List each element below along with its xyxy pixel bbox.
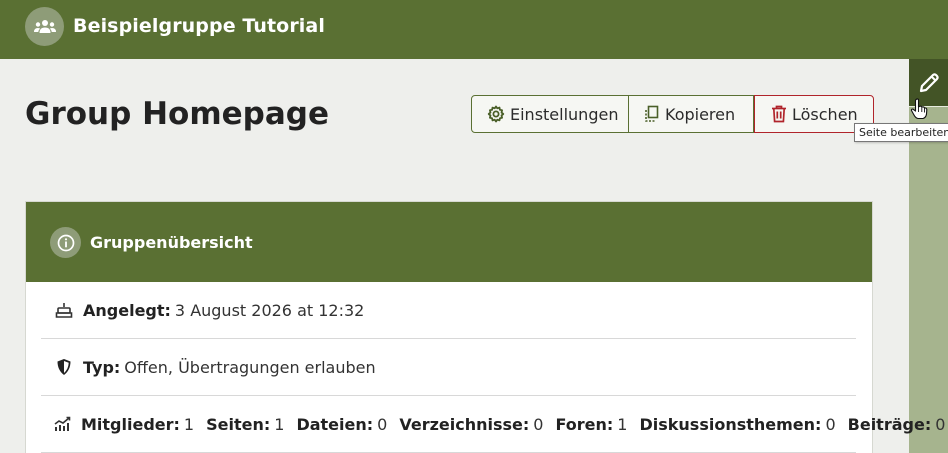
page-title: Group Homepage bbox=[25, 96, 329, 132]
delete-label: Löschen bbox=[792, 104, 858, 124]
stat-label: Diskussionsthemen: bbox=[639, 414, 822, 434]
stat-label: Verzeichnisse: bbox=[399, 414, 530, 434]
gear-icon bbox=[487, 105, 505, 123]
stat-value: 0 bbox=[377, 414, 388, 434]
shield-icon bbox=[54, 358, 74, 376]
pencil-icon bbox=[919, 72, 939, 92]
stat-value: 1 bbox=[274, 414, 285, 434]
stat-posts: Beiträge: 0 bbox=[848, 415, 946, 434]
stat-files: Dateien: 0 bbox=[296, 415, 387, 434]
created-row: Angelegt: 3 August 2026 at 12:32 bbox=[41, 282, 856, 339]
settings-label: Einstellungen bbox=[510, 104, 619, 124]
group-overview-card: Gruppenübersicht Angelegt: 3 August 2026… bbox=[25, 201, 945, 453]
stat-label: Foren: bbox=[555, 414, 614, 434]
cake-icon bbox=[54, 301, 74, 319]
group-name[interactable]: Beispielgruppe Tutorial bbox=[73, 15, 325, 37]
stat-value: 0 bbox=[533, 414, 544, 434]
card-title: Gruppenübersicht bbox=[90, 233, 253, 252]
stat-forums: Foren: 1 bbox=[555, 415, 627, 434]
type-value: Offen, Übertragungen erlauben bbox=[124, 357, 376, 377]
type-row: Typ: Offen, Übertragungen erlauben bbox=[41, 339, 856, 396]
edit-tooltip: Seite bearbeiten bbox=[854, 123, 948, 142]
hand-cursor-icon bbox=[910, 98, 928, 124]
info-icon bbox=[50, 227, 81, 258]
stat-members: Mitglieder: 1 bbox=[81, 415, 194, 434]
stat-label: Beiträge: bbox=[847, 414, 932, 434]
settings-button[interactable]: Einstellungen bbox=[471, 95, 629, 133]
copy-label: Kopieren bbox=[665, 104, 736, 124]
type-label: Typ: bbox=[83, 357, 121, 377]
stat-folders: Verzeichnisse: 0 bbox=[399, 415, 543, 434]
stat-value: 1 bbox=[617, 414, 628, 434]
trash-icon bbox=[771, 105, 787, 123]
stat-label: Mitglieder: bbox=[81, 414, 180, 434]
stat-value: 0 bbox=[825, 414, 836, 434]
stat-value: 0 bbox=[935, 414, 946, 434]
stats-row: Mitglieder: 1 Seiten: 1 Dateien: 0 Verzeich… bbox=[41, 396, 945, 453]
copy-button[interactable]: Kopieren bbox=[629, 95, 754, 133]
copy-icon bbox=[644, 105, 660, 123]
stat-label: Seiten: bbox=[206, 414, 271, 434]
stat-label: Dateien: bbox=[296, 414, 374, 434]
stat-value: 1 bbox=[183, 414, 195, 434]
group-icon[interactable] bbox=[25, 7, 64, 46]
card-header: Gruppenübersicht bbox=[26, 202, 872, 282]
stat-topics: Diskussionsthemen: 0 bbox=[639, 415, 835, 434]
action-button-group: Einstellungen Kopieren Löschen bbox=[471, 95, 874, 133]
stat-pages: Seiten: 1 bbox=[206, 415, 284, 434]
created-value: 3 August 2026 at 12:32 bbox=[174, 300, 365, 320]
top-bar: Beispielgruppe Tutorial bbox=[0, 0, 948, 59]
stats-chart-icon bbox=[54, 416, 72, 432]
created-label: Angelegt: bbox=[83, 300, 171, 320]
